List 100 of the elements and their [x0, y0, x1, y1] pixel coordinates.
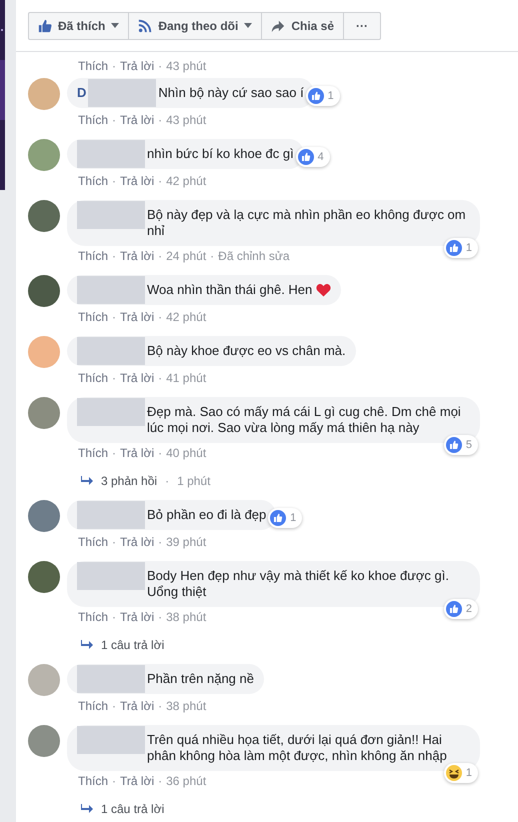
- action-link[interactable]: Thích: [78, 772, 108, 790]
- separator-dot: ·: [112, 773, 116, 790]
- separator-dot: ·: [210, 248, 214, 265]
- avatar[interactable]: [28, 397, 60, 429]
- reaction-count[interactable]: 1: [444, 763, 478, 783]
- avatar[interactable]: [28, 725, 60, 757]
- redacted-name-block: [77, 398, 145, 426]
- action-button[interactable]: Đã thích: [29, 12, 130, 38]
- separator-dot: ·: [112, 370, 116, 387]
- comment-text: Woa nhìn thần thái ghê. Hen: [147, 282, 312, 298]
- action-link[interactable]: Trả lời: [120, 697, 154, 715]
- reaction-count[interactable]: 2: [444, 599, 478, 619]
- action-button[interactable]: Đang theo dõi: [129, 12, 262, 38]
- separator-dot: ·: [158, 309, 162, 326]
- action-link[interactable]: Thích: [78, 697, 108, 715]
- separator-dot: ·: [112, 248, 116, 265]
- comment-text: Bộ này khoe được eo vs chân mà.: [147, 343, 346, 359]
- redacted-name-block: [77, 276, 145, 304]
- meta-text[interactable]: 40 phút: [166, 444, 206, 462]
- action-link[interactable]: Thích: [78, 111, 108, 129]
- separator-dot: ·: [158, 112, 162, 129]
- action-link[interactable]: Thích: [78, 172, 108, 190]
- action-link[interactable]: Thích: [78, 444, 108, 462]
- comment-text: Phần trên nặng nề: [147, 671, 254, 687]
- comment-text: Trên quá nhiều họa tiết, dưới lại quá đơn giản!! Hai phân không hòa làm một được, nhìn không ăn nhập: [147, 732, 448, 764]
- reply-arrow-icon: [81, 804, 93, 814]
- comment-text: Đẹp mà. Sao có mấy má cái L gì cug chê. Dm chê mọi lúc mọi nơi. Sao vừa lòng mấy má thiên hạ này: [147, 404, 462, 436]
- action-link[interactable]: Trả lời: [120, 369, 154, 387]
- meta-text[interactable]: Đã chỉnh sửa: [218, 247, 290, 265]
- reaction-count[interactable]: 1: [444, 238, 478, 258]
- comment-text: nhìn bức bí ko khoe đc gì: [147, 146, 294, 162]
- separator-dot: ·: [158, 58, 162, 75]
- avatar[interactable]: [28, 275, 60, 307]
- more-button[interactable]: ···: [344, 12, 380, 38]
- replies-link[interactable]: 1 câu trả lời: [101, 800, 164, 818]
- redacted-name-block: [88, 79, 156, 107]
- action-link[interactable]: Thích: [78, 608, 108, 626]
- reaction-count[interactable]: 1: [306, 86, 340, 106]
- meta-text[interactable]: 36 phút: [166, 772, 206, 790]
- separator-dot: ·: [112, 173, 116, 190]
- separator-dot: ·: [158, 773, 162, 790]
- reaction-count[interactable]: 1: [268, 508, 302, 528]
- separator-dot: ·: [158, 370, 162, 387]
- reply-arrow-icon: [81, 476, 93, 486]
- redacted-name-block: [77, 501, 145, 529]
- meta-text[interactable]: 41 phút: [166, 369, 206, 387]
- separator-dot: ·: [158, 698, 162, 715]
- action-link[interactable]: Trả lời: [120, 533, 154, 551]
- action-link[interactable]: Trả lời: [120, 308, 154, 326]
- separator-dot: ·: [165, 473, 170, 490]
- comment-text: Bỏ phần eo đi là đẹp: [147, 507, 266, 523]
- reply-arrow-icon: [81, 640, 93, 650]
- separator-dot: ·: [112, 112, 116, 129]
- meta-text: 1 phút: [177, 473, 210, 490]
- comment-text: Nhìn bộ này cứ sao sao í: [158, 85, 304, 101]
- thumbs-up-icon: [38, 18, 52, 32]
- action-link[interactable]: Thích: [78, 247, 108, 265]
- action-link[interactable]: Thích: [78, 57, 108, 75]
- action-link[interactable]: Thích: [78, 369, 108, 387]
- separator-dot: ·: [158, 248, 162, 265]
- meta-text[interactable]: 24 phút: [166, 247, 206, 265]
- action-link[interactable]: Trả lời: [120, 57, 154, 75]
- action-link[interactable]: Thích: [78, 308, 108, 326]
- author-name[interactable]: D: [77, 85, 86, 101]
- meta-text[interactable]: 39 phút: [166, 533, 206, 551]
- action-link[interactable]: Thích: [78, 533, 108, 551]
- reaction-count[interactable]: 5: [444, 435, 478, 455]
- meta-text[interactable]: 43 phút: [166, 57, 206, 75]
- meta-text[interactable]: 42 phút: [166, 308, 206, 326]
- action-button[interactable]: Chia sẻ: [262, 12, 344, 38]
- meta-text[interactable]: 38 phút: [166, 697, 206, 715]
- separator-dot: ·: [158, 173, 162, 190]
- separator-dot: ·: [112, 698, 116, 715]
- separator-dot: ·: [158, 445, 162, 462]
- redacted-name-block: [77, 665, 145, 693]
- redacted-name-block: [77, 337, 145, 365]
- avatar[interactable]: [28, 561, 60, 593]
- replies-link[interactable]: 3 phản hồi: [101, 472, 158, 490]
- reaction-count[interactable]: 4: [296, 147, 330, 167]
- action-link[interactable]: Trả lời: [120, 772, 154, 790]
- separator-dot: ·: [112, 309, 116, 326]
- separator-dot: ·: [112, 534, 116, 551]
- separator-dot: ·: [112, 58, 116, 75]
- meta-text[interactable]: 42 phút: [166, 172, 206, 190]
- avatar[interactable]: [28, 200, 60, 232]
- meta-text[interactable]: 43 phút: [166, 111, 206, 129]
- action-link[interactable]: Trả lời: [120, 172, 154, 190]
- action-link[interactable]: Trả lời: [120, 444, 154, 462]
- redacted-name-block: [77, 726, 145, 754]
- avatar[interactable]: [28, 500, 60, 532]
- comment-text: Bộ này đẹp và lạ cực mà nhìn phần eo không được om nhỉ: [147, 207, 467, 239]
- separator-dot: ·: [158, 609, 162, 626]
- share-arrow-icon: [271, 18, 286, 32]
- meta-text[interactable]: 38 phút: [166, 608, 206, 626]
- action-link[interactable]: Trả lời: [120, 608, 154, 626]
- replies-link[interactable]: 1 câu trả lời: [101, 636, 164, 654]
- redacted-name-block: [77, 140, 145, 168]
- action-link[interactable]: Trả lời: [120, 111, 154, 129]
- comment-text: Body Hen đẹp như vậy mà thiết kế ko khoe được gì. Uổng thiệt: [147, 568, 450, 600]
- action-link[interactable]: Trả lời: [120, 247, 154, 265]
